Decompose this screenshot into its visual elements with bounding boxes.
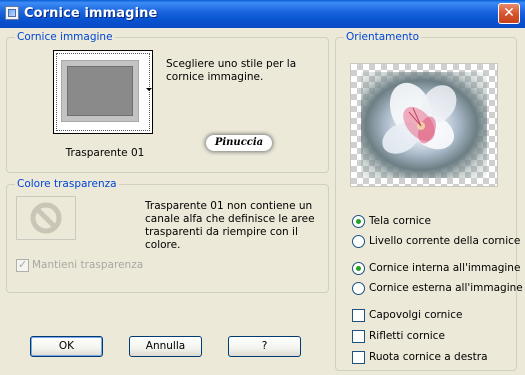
capovolgi-label: Capovolgi cornice	[369, 309, 463, 321]
cornice-esterna-radio[interactable]	[352, 282, 365, 295]
rifletti-label: Rifletti cornice	[369, 330, 445, 342]
frame-description: Scegliere uno stile per la cornice immag…	[166, 58, 297, 83]
frame-thumbnail	[61, 60, 139, 122]
dropdown-arrow-icon[interactable]	[146, 88, 152, 91]
ok-button[interactable]: OK	[30, 336, 103, 357]
frame-group-title: Cornice immagine	[15, 31, 115, 43]
flower-illustration	[382, 82, 457, 154]
pinuccia-watermark: Pinuccia	[206, 135, 272, 151]
selected-frame-name: Trasparente 01	[65, 147, 145, 159]
transparency-color-swatch	[16, 196, 76, 240]
window-title: Cornice immagine	[24, 6, 158, 21]
title-bar: Cornice immagine ✕	[0, 0, 525, 28]
app-icon	[5, 6, 19, 20]
no-symbol-icon	[30, 202, 62, 234]
tela-cornice-label: Tela cornice	[369, 215, 431, 227]
transparency-description: Trasparente 01 non contiene un canale al…	[145, 200, 315, 251]
close-button[interactable]: ✕	[498, 3, 520, 24]
cancel-button[interactable]: Annulla	[129, 336, 202, 357]
orientation-group-title: Orientamento	[344, 31, 422, 43]
frame-style-picker[interactable]	[53, 50, 153, 134]
help-button[interactable]: ?	[228, 336, 301, 357]
cornice-interna-radio[interactable]	[352, 262, 365, 275]
flower-preview-image	[361, 72, 487, 178]
ruota-label: Ruota cornice a destra	[369, 351, 488, 363]
keep-transparency-checkbox[interactable]	[16, 258, 29, 272]
rifletti-checkbox[interactable]	[352, 330, 365, 343]
frame-thumbnail-inner	[67, 66, 133, 116]
transparency-group-title: Colore trasparenza	[15, 178, 119, 190]
livello-corrente-radio[interactable]	[352, 235, 365, 248]
cornice-interna-label: Cornice interna all'immagine	[369, 262, 521, 274]
orientation-preview	[350, 63, 498, 187]
ruota-checkbox[interactable]	[352, 351, 365, 364]
livello-corrente-label: Livello corrente della cornice	[369, 235, 521, 247]
capovolgi-checkbox[interactable]	[352, 309, 365, 322]
keep-transparency-label: Mantieni trasparenza	[32, 259, 144, 271]
tela-cornice-radio[interactable]	[352, 215, 365, 228]
cornice-esterna-label: Cornice esterna all'immagine	[369, 282, 523, 294]
